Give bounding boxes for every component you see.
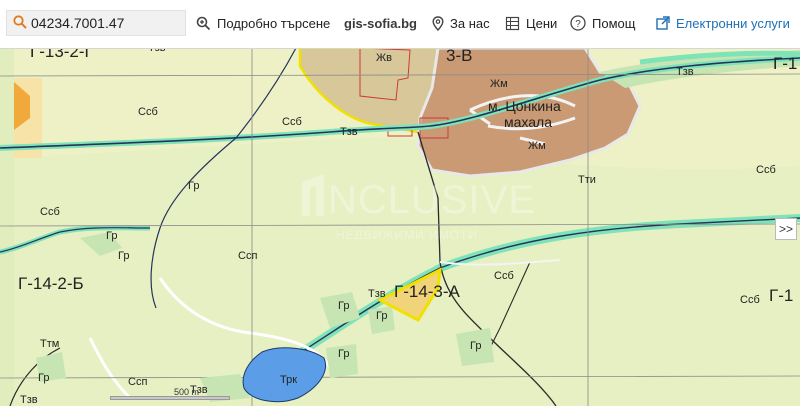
- svg-text:?: ?: [575, 19, 581, 30]
- land-use-label: Ссб: [756, 164, 776, 176]
- map-view[interactable]: Г-13-2-Г 3-В Г-1 Г-14-2-Б Г-14-3-А Г-1 м…: [0, 48, 800, 406]
- watermark-subtitle: НЕДВИЖИМИ ИМОТИ: [336, 228, 478, 242]
- sheet-label: Г-14-2-Б: [18, 274, 84, 293]
- scale-bar: 500 m: [110, 387, 230, 401]
- map-pin-icon: [432, 15, 444, 31]
- eservices-link[interactable]: Електронни услуги: [656, 13, 790, 33]
- land-use-label: Ссб: [138, 106, 158, 118]
- land-use-label: Ссб: [740, 294, 760, 306]
- about-label: За нас: [450, 15, 490, 31]
- prices-link[interactable]: Цени: [505, 13, 557, 33]
- brand-link[interactable]: gis-sofia.bg: [344, 13, 417, 33]
- watermark: NCLUSIVE НЕДВИЖИМИ ИМОТИ: [300, 172, 535, 252]
- help-label: Помощ: [592, 15, 636, 31]
- land-use-label: Тзв: [340, 126, 358, 138]
- land-use-label: Гр: [38, 372, 50, 384]
- land-use-label: Трк: [280, 374, 298, 386]
- land-use-label: Гр: [118, 250, 130, 262]
- sheet-label: Г-1: [773, 54, 798, 73]
- village-name: м. Цонкина: [488, 98, 561, 114]
- land-use-label: Тзв: [676, 66, 694, 78]
- price-list-icon: [505, 16, 520, 30]
- about-link[interactable]: За нас: [432, 13, 490, 33]
- search-input[interactable]: [31, 13, 181, 33]
- watermark-logo-icon: [302, 174, 324, 216]
- search-icon: [13, 15, 27, 34]
- sheet-label: Г-1: [769, 286, 794, 305]
- zoom-search-icon: [196, 16, 211, 30]
- village-name-2: махала: [504, 114, 552, 130]
- search-box[interactable]: [6, 10, 186, 36]
- expand-panel-button[interactable]: >>: [775, 218, 797, 240]
- land-use-label: Жм: [490, 78, 508, 90]
- land-use-label: Ссп: [238, 250, 258, 262]
- land-use-label: Гр: [470, 340, 482, 352]
- watermark-text: NCLUSIVE: [328, 178, 537, 222]
- eservices-label: Електронни услуги: [676, 15, 790, 31]
- prices-label: Цени: [526, 15, 558, 31]
- land-use-label: Гр: [106, 230, 118, 242]
- land-use-label: Жм: [528, 140, 546, 152]
- external-link-icon: [656, 16, 670, 30]
- help-link[interactable]: ? Помощ: [570, 13, 635, 33]
- advanced-search-button[interactable]: Подробно търсене: [196, 13, 330, 33]
- land-use-label: Гр: [338, 348, 350, 360]
- land-use-label: Гр: [188, 180, 200, 192]
- sheet-label: Г-14-3-А: [394, 282, 460, 301]
- land-use-label: Гр: [338, 300, 350, 312]
- land-use-label: Жв: [376, 52, 393, 64]
- land-use-label: Ттм: [40, 338, 60, 350]
- land-use-label: Тти: [578, 174, 596, 186]
- land-use-label: Тзв: [368, 288, 386, 300]
- scale-bar-line: [110, 396, 230, 400]
- sheet-label: Г-13-2-Г: [30, 48, 94, 61]
- land-use-label: Гр: [376, 310, 388, 322]
- top-toolbar: Подробно търсене gis-sofia.bg За нас Цен…: [0, 0, 800, 49]
- land-use-label: Ссб: [282, 116, 302, 128]
- land-use-label: Ссб: [494, 270, 514, 282]
- advanced-search-label: Подробно търсене: [217, 15, 331, 31]
- land-use-label: Тзв: [20, 394, 38, 406]
- land-use-label: Ссб: [40, 206, 60, 218]
- left-strip: [0, 48, 14, 406]
- scale-label: 500 m: [174, 387, 200, 397]
- sheet-label: 3-В: [446, 48, 473, 65]
- help-icon: ?: [570, 15, 586, 31]
